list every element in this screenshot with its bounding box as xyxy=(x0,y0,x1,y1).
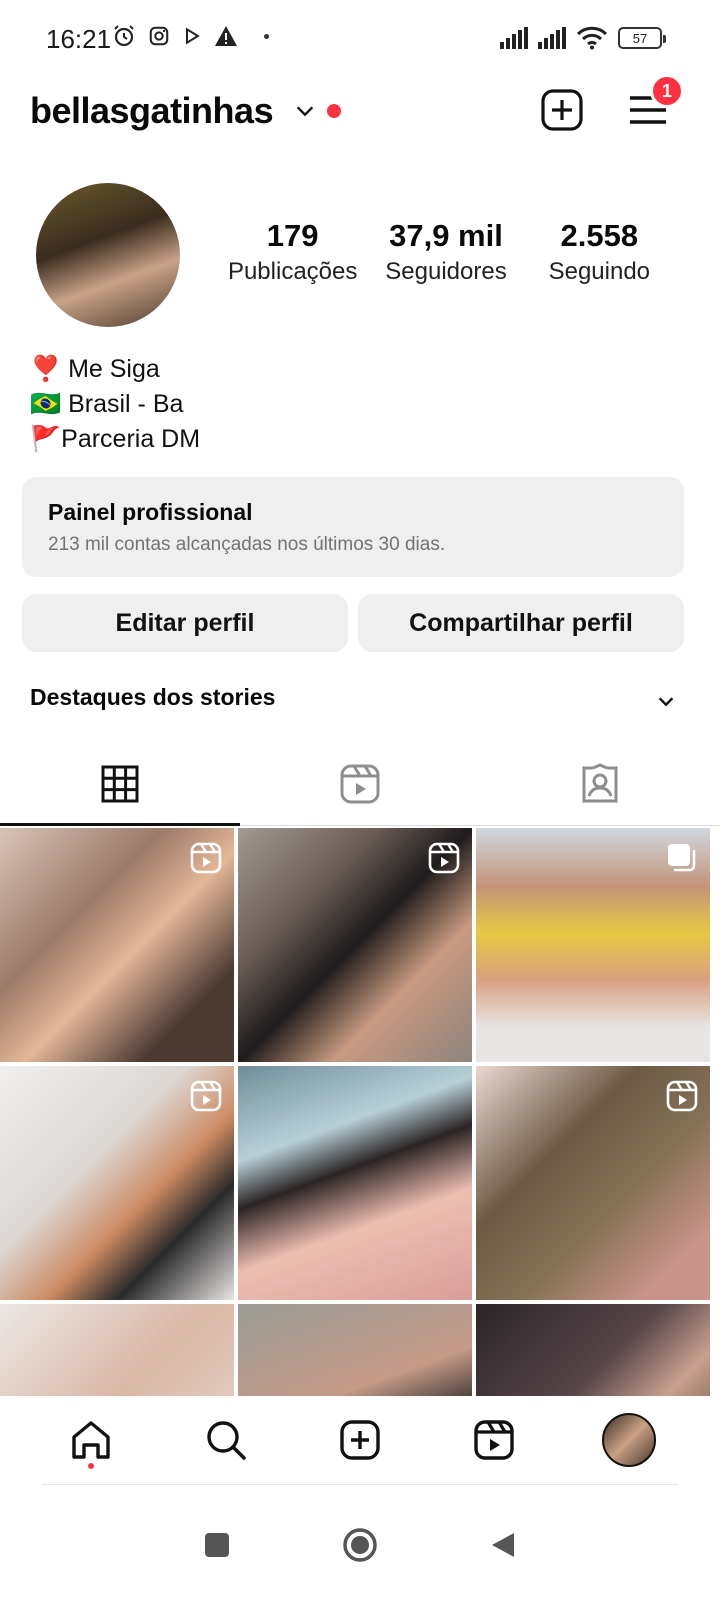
create-post-button[interactable] xyxy=(540,88,584,132)
status-time: 16:21 xyxy=(46,24,112,54)
bio-line: 🚩Parceria DM xyxy=(30,422,200,457)
stat-following-value: 2.558 xyxy=(560,218,639,253)
grid-post[interactable] xyxy=(238,1304,472,1396)
heart-emoji: ❣️ xyxy=(30,355,62,383)
username[interactable]: bellasgatinhas xyxy=(30,90,274,132)
menu-notification-badge: 1 xyxy=(650,74,684,108)
more-notifications-dot xyxy=(264,33,269,39)
profile-stats: 179 Publicações 37,9 mil Seguidores 2.55… xyxy=(216,218,676,286)
profile-avatar[interactable] xyxy=(36,183,180,327)
brazil-flag-emoji: 🇧🇷 xyxy=(30,390,62,418)
signal-icon-2 xyxy=(538,27,566,49)
grid-post[interactable] xyxy=(0,1066,234,1300)
posts-grid xyxy=(0,828,720,1396)
search-icon xyxy=(206,1421,246,1460)
battery-level: 57 xyxy=(632,30,648,46)
reels-icon xyxy=(474,1420,515,1460)
nav-home[interactable] xyxy=(56,1405,126,1475)
chevron-down-icon[interactable] xyxy=(655,690,677,712)
nav-reels[interactable] xyxy=(459,1405,529,1475)
warning-icon xyxy=(215,26,237,46)
instagram-icon xyxy=(149,26,169,46)
stat-followers-label: Seguidores xyxy=(385,258,507,285)
dashboard-title: Painel profissional xyxy=(48,499,253,525)
grid-post[interactable] xyxy=(0,828,234,1062)
home-icon xyxy=(72,1421,110,1459)
bio-text: Brasil - Ba xyxy=(61,390,184,418)
share-profile-button[interactable]: Compartilhar perfil xyxy=(358,594,684,652)
profile-header: bellasgatinhas 1 xyxy=(0,74,720,144)
back-button-icon[interactable] xyxy=(488,1530,518,1560)
grid-post[interactable] xyxy=(0,1304,234,1396)
recent-apps-icon[interactable] xyxy=(202,1530,232,1560)
status-bar: 16:21 57 xyxy=(0,0,720,80)
plus-square-icon xyxy=(340,1420,380,1460)
nav-search[interactable] xyxy=(191,1405,261,1475)
grid-icon xyxy=(101,765,139,802)
profile-tabs xyxy=(0,742,720,826)
stat-posts[interactable]: 179 Publicações xyxy=(216,218,369,286)
grid-post[interactable] xyxy=(238,1066,472,1300)
play-store-icon xyxy=(186,27,200,45)
stat-following[interactable]: 2.558 Seguindo xyxy=(523,218,676,286)
bio-text: Parceria DM xyxy=(61,425,201,453)
profile-avatar-small xyxy=(601,1413,656,1467)
professional-dashboard[interactable]: Painel profissional 213 mil contas alcan… xyxy=(22,477,684,577)
stat-followers[interactable]: 37,9 mil Seguidores xyxy=(369,218,522,286)
home-button-icon[interactable] xyxy=(342,1527,378,1563)
notification-dot xyxy=(327,104,341,118)
reel-badge-icon xyxy=(666,1080,698,1112)
grid-post[interactable] xyxy=(476,828,710,1062)
bio-line: 🇧🇷 Brasil - Ba xyxy=(30,387,200,422)
stat-followers-value: 37,9 mil xyxy=(389,218,503,253)
system-navigation-bar xyxy=(0,1490,720,1600)
profile-bio: ❣️ Me Siga 🇧🇷 Brasil - Ba 🚩Parceria DM xyxy=(30,352,200,457)
stat-posts-value: 179 xyxy=(266,218,319,253)
nav-profile[interactable] xyxy=(594,1405,664,1475)
home-notification-dot xyxy=(88,1463,95,1469)
carousel-badge-icon xyxy=(668,844,696,872)
alarm-icon xyxy=(114,25,134,47)
tab-tagged[interactable] xyxy=(480,742,720,825)
stat-following-label: Seguindo xyxy=(548,258,651,285)
red-flag-emoji: 🚩 xyxy=(30,425,62,453)
nav-create[interactable] xyxy=(325,1405,395,1475)
battery-icon: 57 xyxy=(618,27,666,49)
story-highlights-title[interactable]: Destaques dos stories xyxy=(30,684,275,711)
tab-reels[interactable] xyxy=(240,742,480,825)
edit-profile-button[interactable]: Editar perfil xyxy=(22,594,348,652)
bio-text: Me Siga xyxy=(61,355,160,383)
tagged-icon xyxy=(582,762,618,802)
bio-line: ❣️ Me Siga xyxy=(30,352,200,387)
grid-post[interactable] xyxy=(476,1304,710,1396)
reel-badge-icon xyxy=(428,842,460,874)
dashboard-subtitle: 213 mil contas alcançadas nos últimos 30… xyxy=(48,534,446,555)
reels-icon xyxy=(340,764,380,803)
reel-badge-icon xyxy=(190,1080,222,1112)
wifi-icon xyxy=(576,26,608,50)
bottom-navigation xyxy=(0,1396,720,1484)
divider xyxy=(42,1484,678,1485)
chevron-down-icon[interactable] xyxy=(294,100,316,122)
grid-post[interactable] xyxy=(238,828,472,1062)
tab-posts-grid[interactable] xyxy=(0,742,240,826)
reel-badge-icon xyxy=(190,842,222,874)
grid-post[interactable] xyxy=(476,1066,710,1300)
signal-icon xyxy=(500,27,528,49)
stat-posts-label: Publicações xyxy=(227,258,358,285)
